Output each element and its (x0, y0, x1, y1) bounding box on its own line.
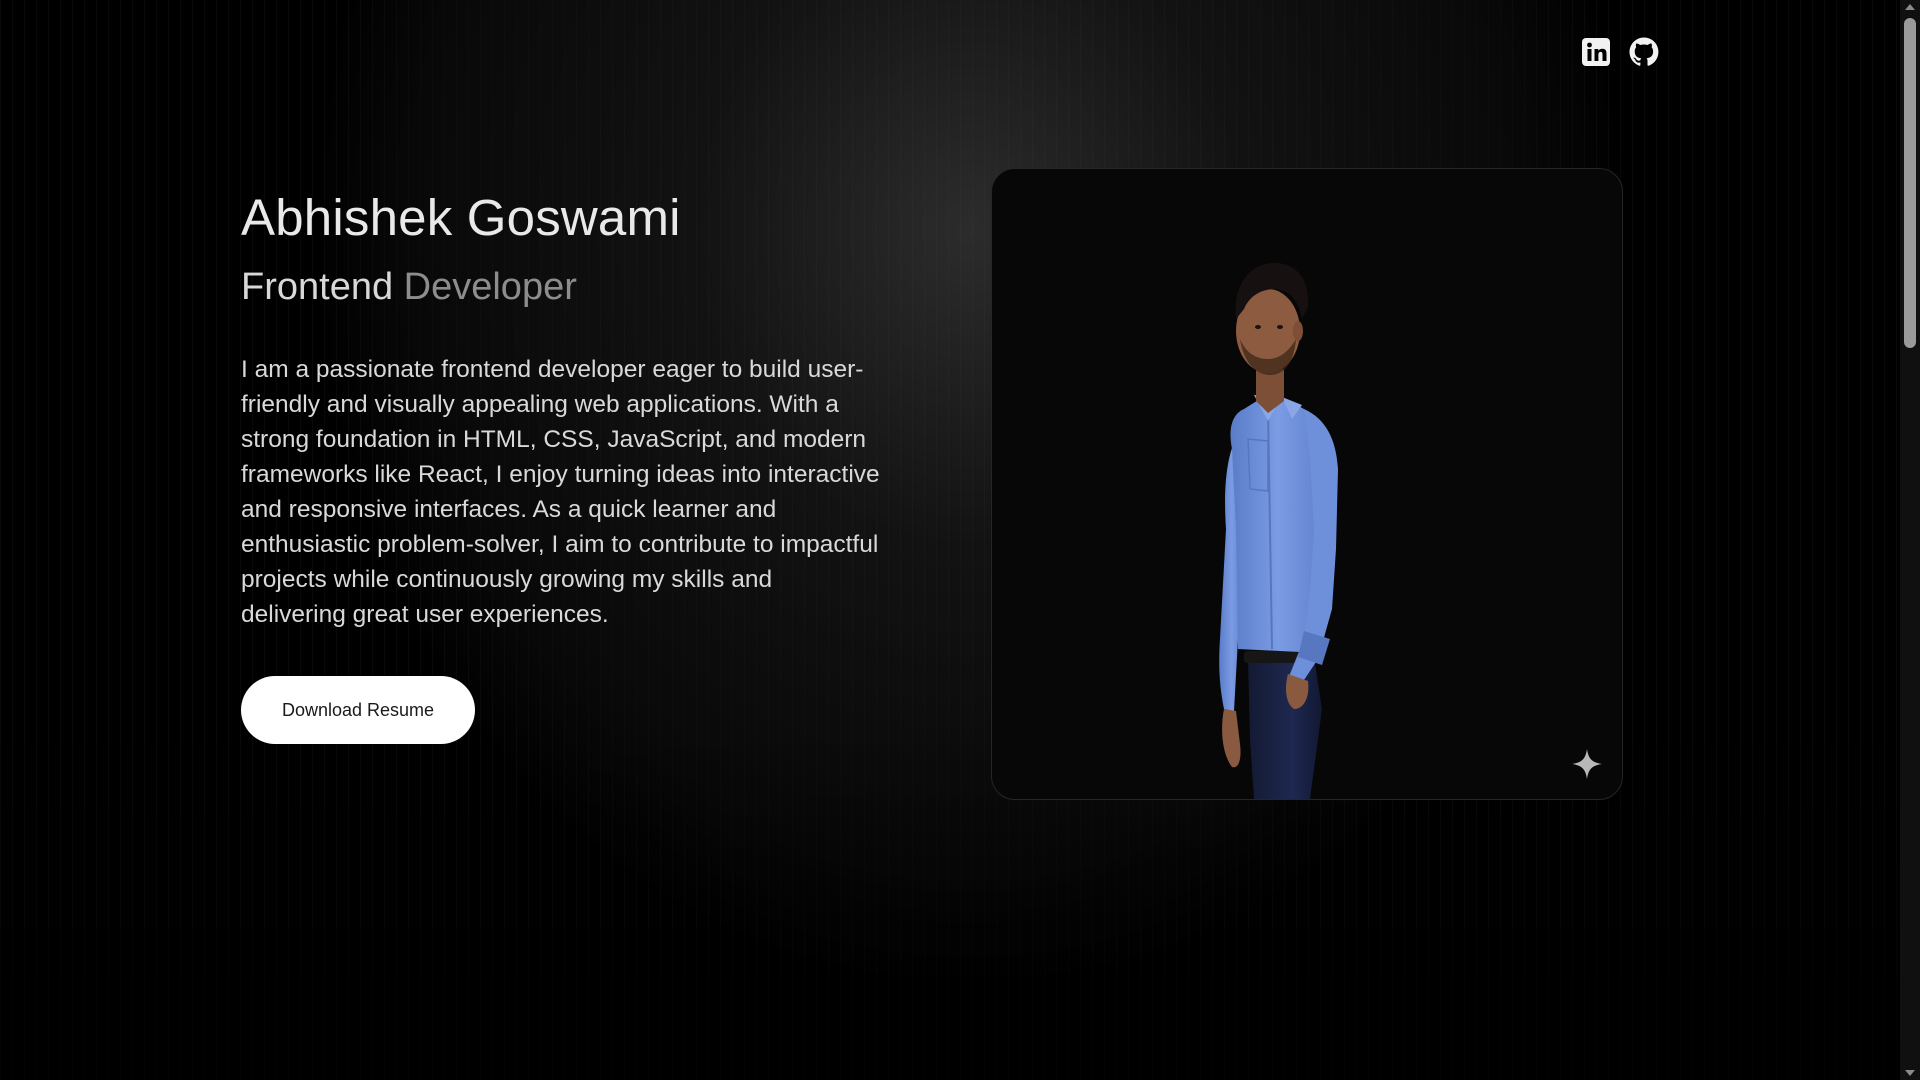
github-link[interactable] (1628, 36, 1660, 68)
hero-role-secondary: Developer (403, 266, 577, 308)
hero-bio: I am a passionate frontend developer eag… (241, 356, 880, 628)
hero-intro: Abhishek Goswami Frontend Developer I am… (241, 186, 891, 744)
scroll-down-arrow-icon[interactable] (1905, 1070, 1915, 1076)
hero-role: Frontend Developer (241, 262, 891, 312)
background-fade (0, 720, 1920, 1080)
linkedin-link[interactable] (1580, 36, 1612, 68)
profile-photo-card (991, 168, 1623, 800)
download-resume-button[interactable]: Download Resume (241, 676, 475, 744)
hero-name: Abhishek Goswami (241, 189, 681, 246)
scroll-thumb[interactable] (1904, 18, 1916, 348)
scroll-up-arrow-icon[interactable] (1905, 4, 1915, 10)
page-scrollbar[interactable] (1900, 0, 1920, 1080)
portfolio-page: Abhishek Goswami Frontend Developer I am… (0, 0, 1920, 1080)
linkedin-icon (1582, 38, 1610, 66)
sparkle-icon (1572, 749, 1602, 779)
hero-role-primary: Frontend (241, 266, 394, 308)
social-links (1580, 36, 1660, 68)
profile-photo (1219, 262, 1338, 799)
github-icon (1629, 37, 1659, 66)
